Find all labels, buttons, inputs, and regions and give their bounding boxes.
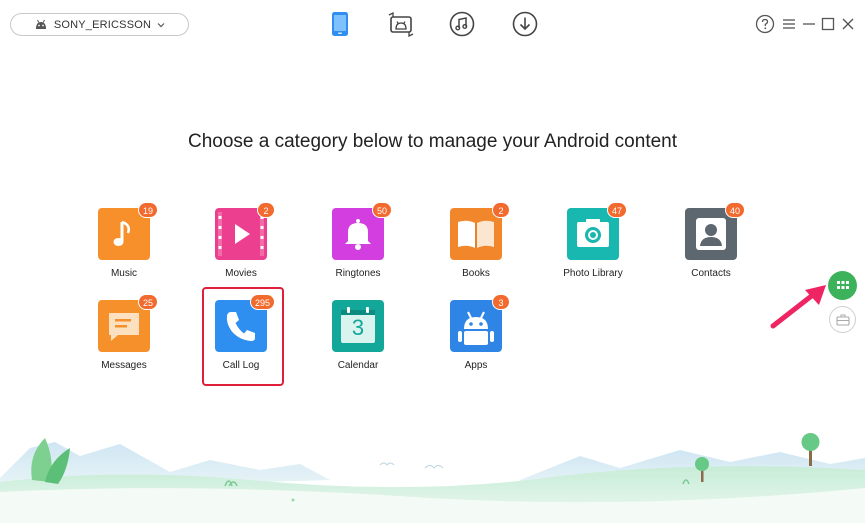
selection-highlight xyxy=(202,287,284,386)
category-label: Apps xyxy=(464,360,488,371)
landscape-illustration xyxy=(0,433,865,523)
category-movies[interactable]: 2 Movies xyxy=(196,202,286,279)
help-icon xyxy=(755,14,775,34)
category-photo-library[interactable]: 47 Photo Library xyxy=(548,202,638,279)
tab-downloader[interactable] xyxy=(511,10,539,38)
category-apps[interactable]: 3 Apps xyxy=(431,294,521,371)
count-badge: 3 xyxy=(492,294,510,310)
menu-icon xyxy=(783,19,795,29)
page-title: Choose a category below to manage your A… xyxy=(187,131,678,152)
count-badge: 25 xyxy=(137,294,158,310)
annotation-arrow-icon xyxy=(770,285,826,329)
download-icon xyxy=(512,11,538,37)
help-button[interactable] xyxy=(755,13,775,35)
count-badge: 40 xyxy=(724,202,745,218)
minimize-button[interactable] xyxy=(801,13,817,35)
close-icon xyxy=(842,18,854,30)
count-badge: 2 xyxy=(492,202,510,218)
count-badge: 2 xyxy=(257,202,275,218)
category-label: Contacts xyxy=(691,268,731,279)
tab-media-library[interactable] xyxy=(448,10,476,38)
category-label: Photo Library xyxy=(563,268,623,279)
tab-android-mover[interactable] xyxy=(387,10,415,38)
music-icon xyxy=(449,11,475,37)
maximize-button[interactable] xyxy=(820,13,836,35)
chevron-down-icon xyxy=(157,22,165,27)
tab-device-manager[interactable] xyxy=(326,10,354,38)
category-label: Ringtones xyxy=(335,268,381,279)
device-name: SONY_ERICSSON xyxy=(53,18,152,31)
category-ringtones[interactable]: 50 Ringtones xyxy=(313,202,403,279)
count-badge: 50 xyxy=(371,202,392,218)
maximize-icon xyxy=(821,17,835,31)
menu-button[interactable] xyxy=(781,13,797,35)
category-music[interactable]: 19 Music xyxy=(79,202,169,279)
android-icon xyxy=(35,19,46,29)
device-selector[interactable]: SONY_ERICSSON xyxy=(10,13,189,36)
toolbox-view-button[interactable] xyxy=(829,306,856,333)
category-view-button[interactable] xyxy=(828,271,857,300)
category-books[interactable]: 2 Books xyxy=(431,202,521,279)
category-contacts[interactable]: 40 Contacts xyxy=(666,202,756,279)
count-badge: 47 xyxy=(606,202,627,218)
minimize-icon xyxy=(803,23,815,25)
phone-icon xyxy=(332,12,348,36)
close-button[interactable] xyxy=(840,13,856,35)
category-messages[interactable]: 25 Messages xyxy=(79,294,169,371)
category-label: Calendar xyxy=(337,360,379,371)
count-badge: 19 xyxy=(137,202,158,218)
briefcase-icon xyxy=(835,314,850,326)
category-label: Music xyxy=(110,268,138,279)
category-label: Books xyxy=(462,268,490,279)
grid-icon xyxy=(836,280,849,289)
category-calendar[interactable]: 3 Calendar xyxy=(313,300,403,371)
device-transfer-icon xyxy=(388,11,414,37)
calendar-day: 3 xyxy=(351,315,365,340)
category-label: Movies xyxy=(225,268,257,279)
category-label: Messages xyxy=(101,360,147,371)
